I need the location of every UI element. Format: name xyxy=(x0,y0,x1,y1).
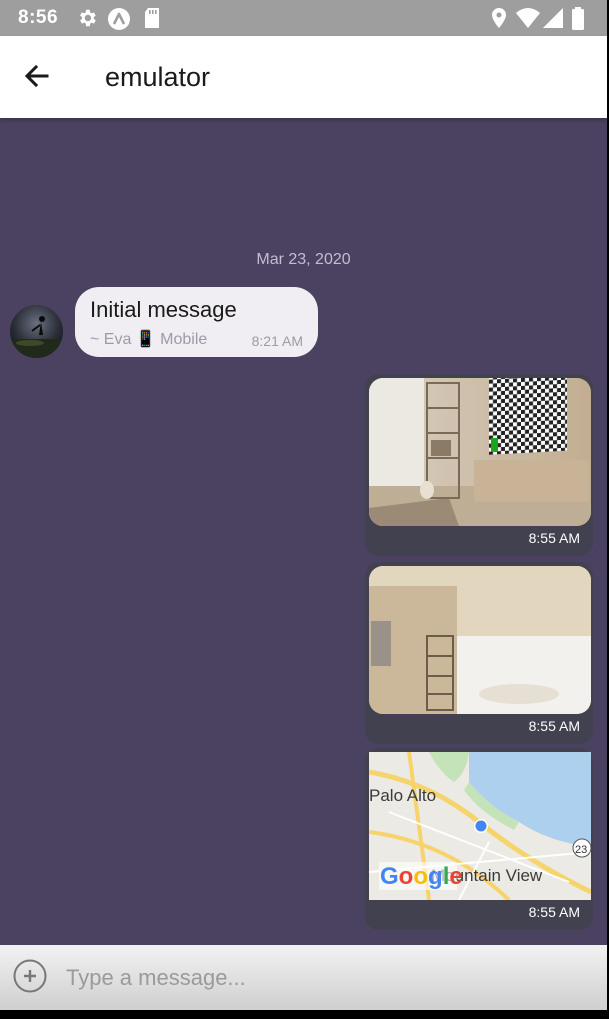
android-icon xyxy=(108,8,130,30)
outgoing-location-message[interactable]: Palo Alto Mountain View Google 23 8:55 A… xyxy=(365,748,593,930)
map-attachment[interactable]: Palo Alto Mountain View Google 23 xyxy=(369,752,591,900)
location-icon xyxy=(492,8,506,28)
date-separator: Mar 23, 2020 xyxy=(256,251,351,268)
outgoing-image-message[interactable]: 8:55 AM xyxy=(365,562,593,744)
chat-title: emulator xyxy=(105,62,211,92)
add-circle-icon[interactable] xyxy=(13,959,47,993)
system-nav-bar xyxy=(0,1010,607,1019)
wifi-icon xyxy=(516,8,540,28)
status-bar: 8:56 xyxy=(0,0,607,36)
message-sender-meta: ~ Eva 📱 Mobile xyxy=(90,331,208,348)
message-composer xyxy=(0,945,607,1010)
sd-card-icon xyxy=(145,8,159,28)
image-attachment[interactable] xyxy=(369,566,591,714)
arrow-back-icon[interactable] xyxy=(20,58,56,94)
settings-icon xyxy=(80,9,96,27)
chat-screen: 8:56 emulator Mar 23, 2020 Initial messa… xyxy=(0,0,607,1019)
message-text: Initial message xyxy=(90,297,237,322)
image-attachment[interactable] xyxy=(369,378,591,526)
google-logo: Google xyxy=(380,863,463,890)
status-time: 8:56 xyxy=(18,7,59,28)
avatar[interactable] xyxy=(10,305,63,358)
outgoing-image-message[interactable]: 8:55 AM xyxy=(365,374,593,556)
message-input[interactable] xyxy=(66,963,586,993)
message-time: 8:55 AM xyxy=(528,718,580,734)
incoming-message-bubble[interactable]: Initial message ~ Eva 📱 Mobile 8:21 AM xyxy=(75,287,318,357)
app-bar: emulator xyxy=(0,36,607,118)
message-time: 8:21 AM xyxy=(251,333,303,349)
battery-icon xyxy=(572,7,584,30)
map-label-palo-alto: Palo Alto xyxy=(369,786,436,805)
signal-icon xyxy=(543,8,563,28)
message-time: 8:55 AM xyxy=(528,904,580,920)
message-time: 8:55 AM xyxy=(528,530,580,546)
map-label-route: 23 xyxy=(575,844,587,856)
